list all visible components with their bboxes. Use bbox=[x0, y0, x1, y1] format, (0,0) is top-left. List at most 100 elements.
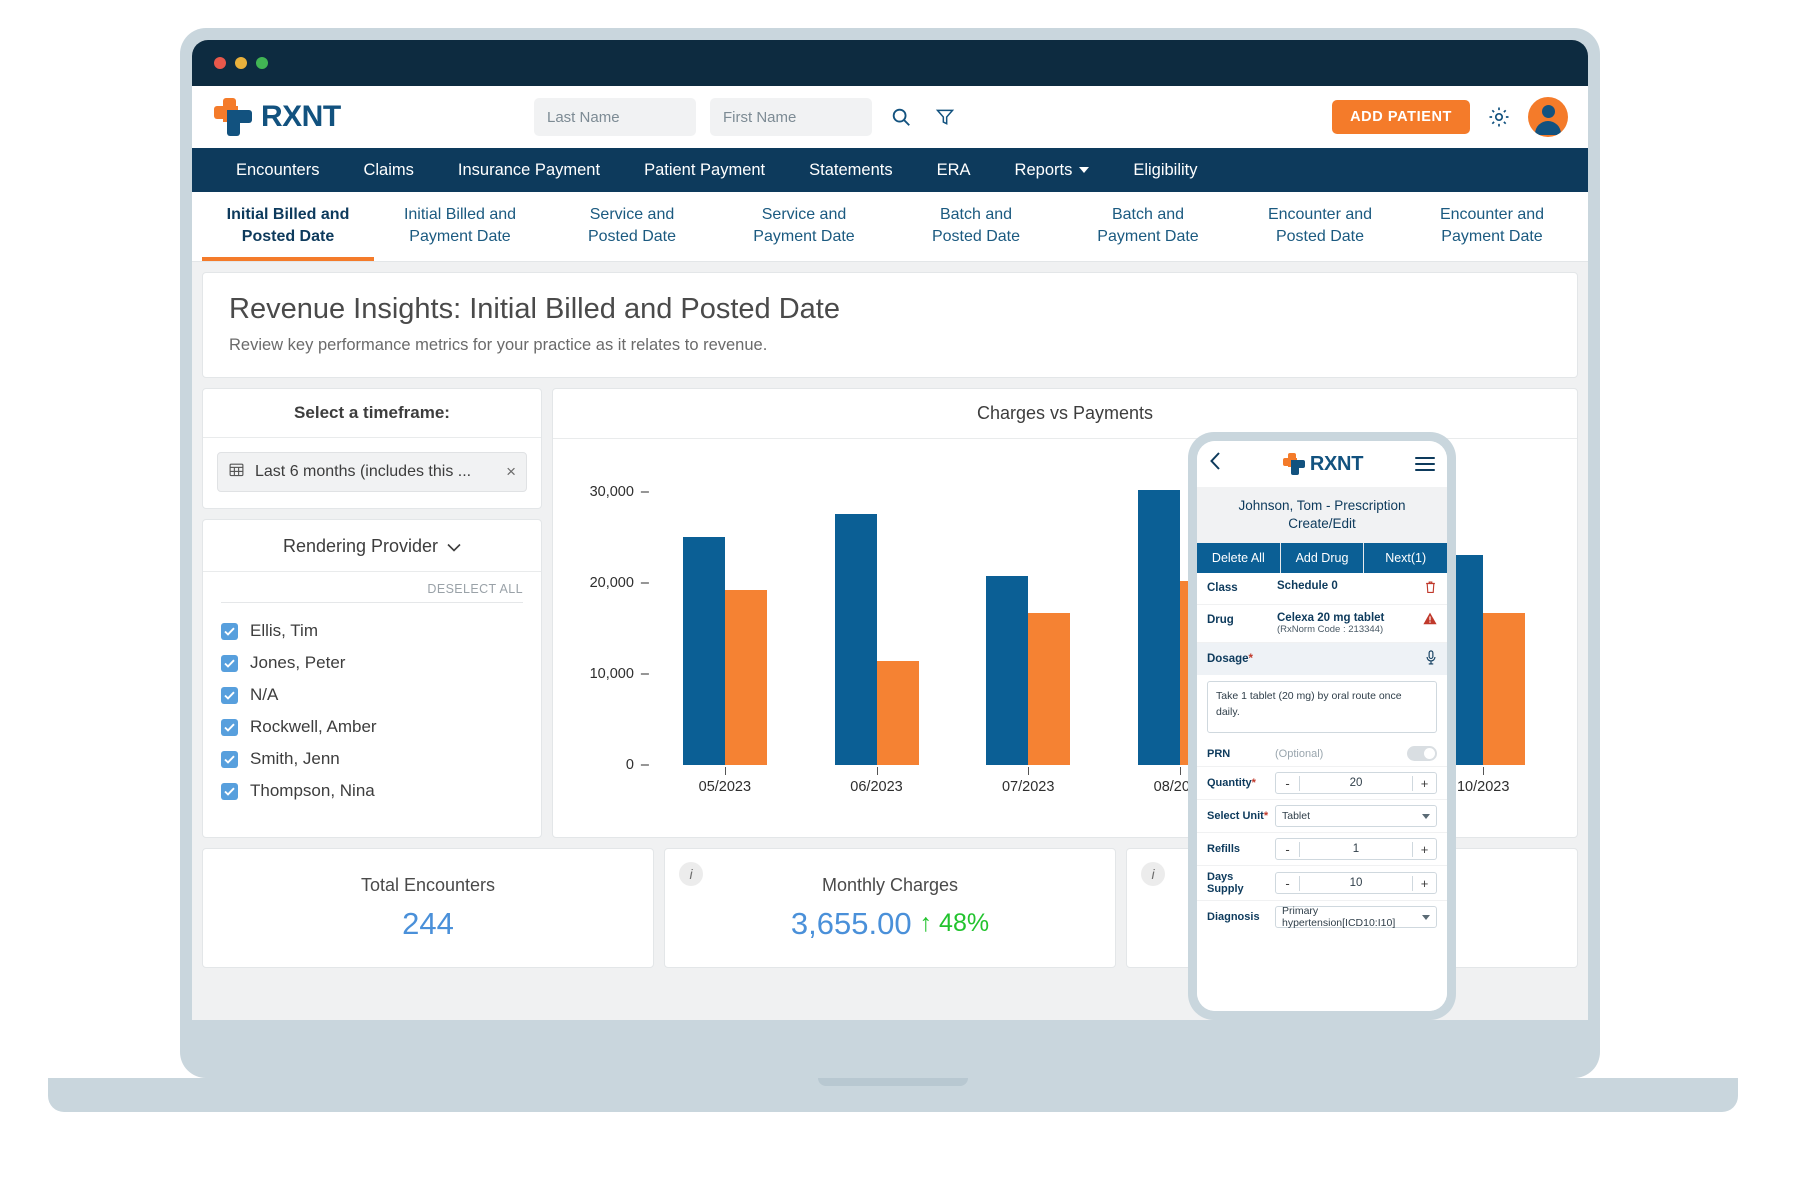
dosage-header: Dosage * bbox=[1197, 643, 1447, 676]
y-axis-tick: 20,000– bbox=[590, 575, 649, 591]
timeframe-select[interactable]: Last 6 months (includes this ... × bbox=[217, 452, 527, 493]
kpi-value: 244 bbox=[402, 905, 454, 941]
timeframe-header: Select a timeframe: bbox=[203, 389, 541, 439]
bar-payments-06-2023[interactable] bbox=[876, 660, 919, 766]
phone-action-next-1[interactable]: Next(1) bbox=[1364, 543, 1447, 574]
refills-increment[interactable]: + bbox=[1412, 841, 1436, 857]
days-decrement[interactable]: - bbox=[1276, 875, 1300, 891]
deselect-all-button[interactable]: DESELECT ALL bbox=[203, 572, 541, 602]
hamburger-icon[interactable] bbox=[1415, 457, 1435, 471]
provider-list-item[interactable]: N/A bbox=[221, 679, 523, 711]
rendering-provider-header[interactable]: Rendering Provider bbox=[203, 520, 541, 573]
provider-list-item[interactable]: Smith, Jenn bbox=[221, 743, 523, 775]
nav-item-era[interactable]: ERA bbox=[915, 148, 993, 192]
refills-value[interactable]: 1 bbox=[1300, 843, 1412, 855]
bar-payments-10-2023[interactable] bbox=[1483, 613, 1526, 766]
subtab-line2: Posted Date bbox=[1275, 227, 1365, 245]
rxnt-cross-icon bbox=[1282, 453, 1305, 475]
checkbox-checked-icon[interactable] bbox=[221, 718, 238, 736]
diagnosis-label: Diagnosis bbox=[1207, 911, 1260, 924]
days-supply-value[interactable]: 10 bbox=[1300, 877, 1412, 889]
laptop-base bbox=[48, 1078, 1738, 1112]
close-icon[interactable]: × bbox=[506, 462, 516, 482]
bar-charges-06-2023[interactable] bbox=[834, 514, 877, 766]
provider-name: Rockwell, Amber bbox=[250, 717, 377, 737]
bar-payments-05-2023[interactable] bbox=[724, 589, 767, 766]
provider-list-item[interactable]: Ellis, Tim bbox=[221, 615, 523, 647]
y-axis-tick-mark: – bbox=[640, 666, 649, 683]
brand-logo[interactable]: RXNT bbox=[214, 98, 534, 136]
dosage-textarea[interactable]: Take 1 tablet (20 mg) by oral route once… bbox=[1207, 681, 1437, 734]
checkbox-checked-icon[interactable] bbox=[221, 750, 238, 768]
bar-charges-08-2023[interactable] bbox=[1137, 489, 1180, 766]
last-name-input[interactable] bbox=[534, 98, 696, 136]
header-search bbox=[534, 98, 960, 136]
quantity-value[interactable]: 20 bbox=[1300, 777, 1412, 789]
microphone-icon[interactable] bbox=[1425, 650, 1437, 668]
provider-list-item[interactable]: Rockwell, Amber bbox=[221, 711, 523, 743]
phone-screen: RXNT Johnson, Tom - Prescription Create/… bbox=[1197, 441, 1447, 1011]
y-axis-tick-mark: – bbox=[640, 484, 649, 501]
quantity-decrement[interactable]: - bbox=[1276, 775, 1300, 791]
provider-list-item[interactable]: Jones, Peter bbox=[221, 647, 523, 679]
warning-icon[interactable] bbox=[1423, 612, 1437, 628]
days-increment[interactable]: + bbox=[1412, 875, 1436, 891]
window-maximize-dot[interactable] bbox=[256, 57, 268, 69]
diagnosis-select[interactable]: Primary hypertension[ICD10:I10] bbox=[1275, 905, 1437, 929]
checkbox-checked-icon[interactable] bbox=[221, 686, 238, 704]
y-axis-tick: 30,000– bbox=[590, 484, 649, 500]
unit-select[interactable]: Tablet bbox=[1275, 805, 1437, 828]
provider-list: Ellis, Tim Jones, Peter N/A Rockwell, Amber… bbox=[203, 603, 541, 837]
quantity-stepper[interactable]: - 20 + bbox=[1275, 772, 1437, 795]
provider-list-item[interactable]: Thompson, Nina bbox=[221, 775, 523, 807]
first-name-input[interactable] bbox=[710, 98, 872, 136]
nav-item-insurance-payment[interactable]: Insurance Payment bbox=[436, 148, 622, 192]
filter-icon[interactable] bbox=[930, 102, 960, 132]
bar-group bbox=[952, 465, 1104, 766]
refills-decrement[interactable]: - bbox=[1276, 841, 1300, 857]
subtab-1[interactable]: Initial Billed and Payment Date bbox=[374, 192, 546, 261]
subtab-3[interactable]: Service and Payment Date bbox=[718, 192, 890, 261]
page-subtitle: Review key performance metrics for your … bbox=[229, 336, 768, 355]
subtab-6[interactable]: Encounter and Posted Date bbox=[1234, 192, 1406, 261]
avatar[interactable] bbox=[1528, 97, 1568, 137]
window-minimize-dot[interactable] bbox=[235, 57, 247, 69]
checkbox-checked-icon[interactable] bbox=[221, 654, 238, 672]
search-icon[interactable] bbox=[886, 102, 916, 132]
checkbox-checked-icon[interactable] bbox=[221, 622, 238, 640]
bar-charges-05-2023[interactable] bbox=[682, 537, 725, 766]
nav-item-reports[interactable]: Reports bbox=[993, 148, 1112, 192]
subtab-4[interactable]: Batch and Posted Date bbox=[890, 192, 1062, 261]
rxnt-cross-icon bbox=[214, 98, 252, 136]
refills-stepper[interactable]: - 1 + bbox=[1275, 838, 1437, 861]
gear-icon[interactable] bbox=[1484, 102, 1514, 132]
subtab-5[interactable]: Batch and Payment Date bbox=[1062, 192, 1234, 261]
prn-toggle[interactable] bbox=[1407, 746, 1437, 762]
add-patient-button[interactable]: ADD PATIENT bbox=[1332, 100, 1470, 134]
nav-item-patient-payment[interactable]: Patient Payment bbox=[622, 148, 787, 192]
nav-item-encounters[interactable]: Encounters bbox=[214, 148, 341, 192]
provider-name: Jones, Peter bbox=[250, 653, 346, 673]
nav-item-eligibility[interactable]: Eligibility bbox=[1111, 148, 1219, 192]
subtab-0[interactable]: Initial Billed and Posted Date bbox=[202, 192, 374, 262]
bar-charges-07-2023[interactable] bbox=[986, 576, 1029, 766]
subtab-2[interactable]: Service and Posted Date bbox=[546, 192, 718, 261]
checkbox-checked-icon[interactable] bbox=[221, 782, 238, 800]
info-icon[interactable]: i bbox=[679, 862, 703, 887]
quantity-increment[interactable]: + bbox=[1412, 775, 1436, 791]
chevron-left-icon[interactable] bbox=[1209, 451, 1231, 477]
nav-item-statements[interactable]: Statements bbox=[787, 148, 914, 192]
phone-action-delete-all[interactable]: Delete All bbox=[1197, 543, 1281, 574]
nav-item-claims[interactable]: Claims bbox=[341, 148, 435, 192]
timeframe-body: Last 6 months (includes this ... × bbox=[203, 438, 541, 508]
phone-patient-line2: Create/Edit bbox=[1288, 516, 1356, 532]
subtab-7[interactable]: Encounter and Payment Date bbox=[1406, 192, 1578, 261]
phone-brand-logo: RXNT bbox=[1231, 453, 1415, 476]
phone-action-add-drug[interactable]: Add Drug bbox=[1280, 543, 1365, 574]
info-icon[interactable]: i bbox=[1141, 862, 1165, 887]
bar-payments-07-2023[interactable] bbox=[1028, 613, 1071, 766]
subtab-line1: Batch and bbox=[1111, 206, 1185, 223]
trash-icon[interactable] bbox=[1424, 580, 1437, 597]
days-supply-stepper[interactable]: - 10 + bbox=[1275, 872, 1437, 895]
window-close-dot[interactable] bbox=[214, 57, 226, 69]
